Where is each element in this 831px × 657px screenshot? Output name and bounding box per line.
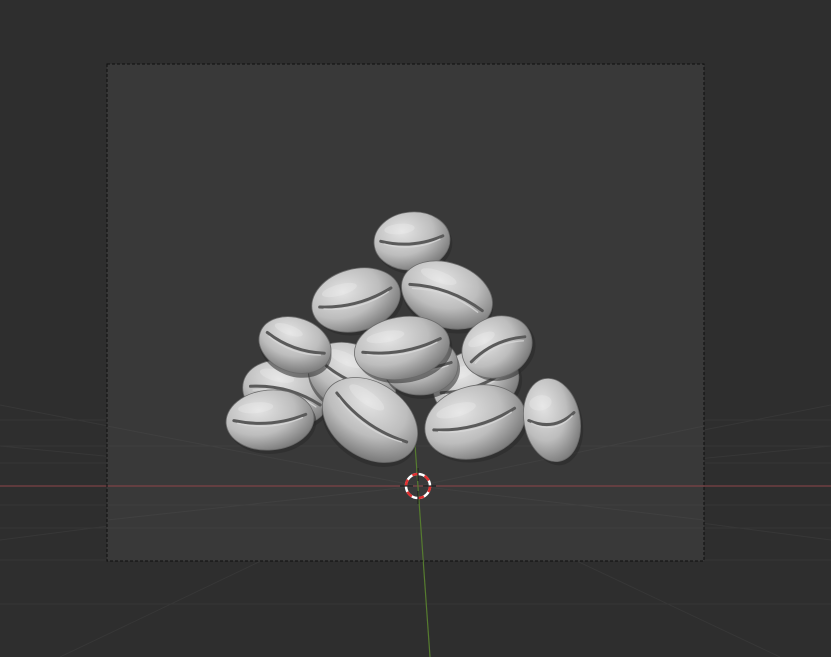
viewport-canvas[interactable]	[0, 0, 831, 657]
3d-viewport[interactable]	[0, 0, 831, 657]
